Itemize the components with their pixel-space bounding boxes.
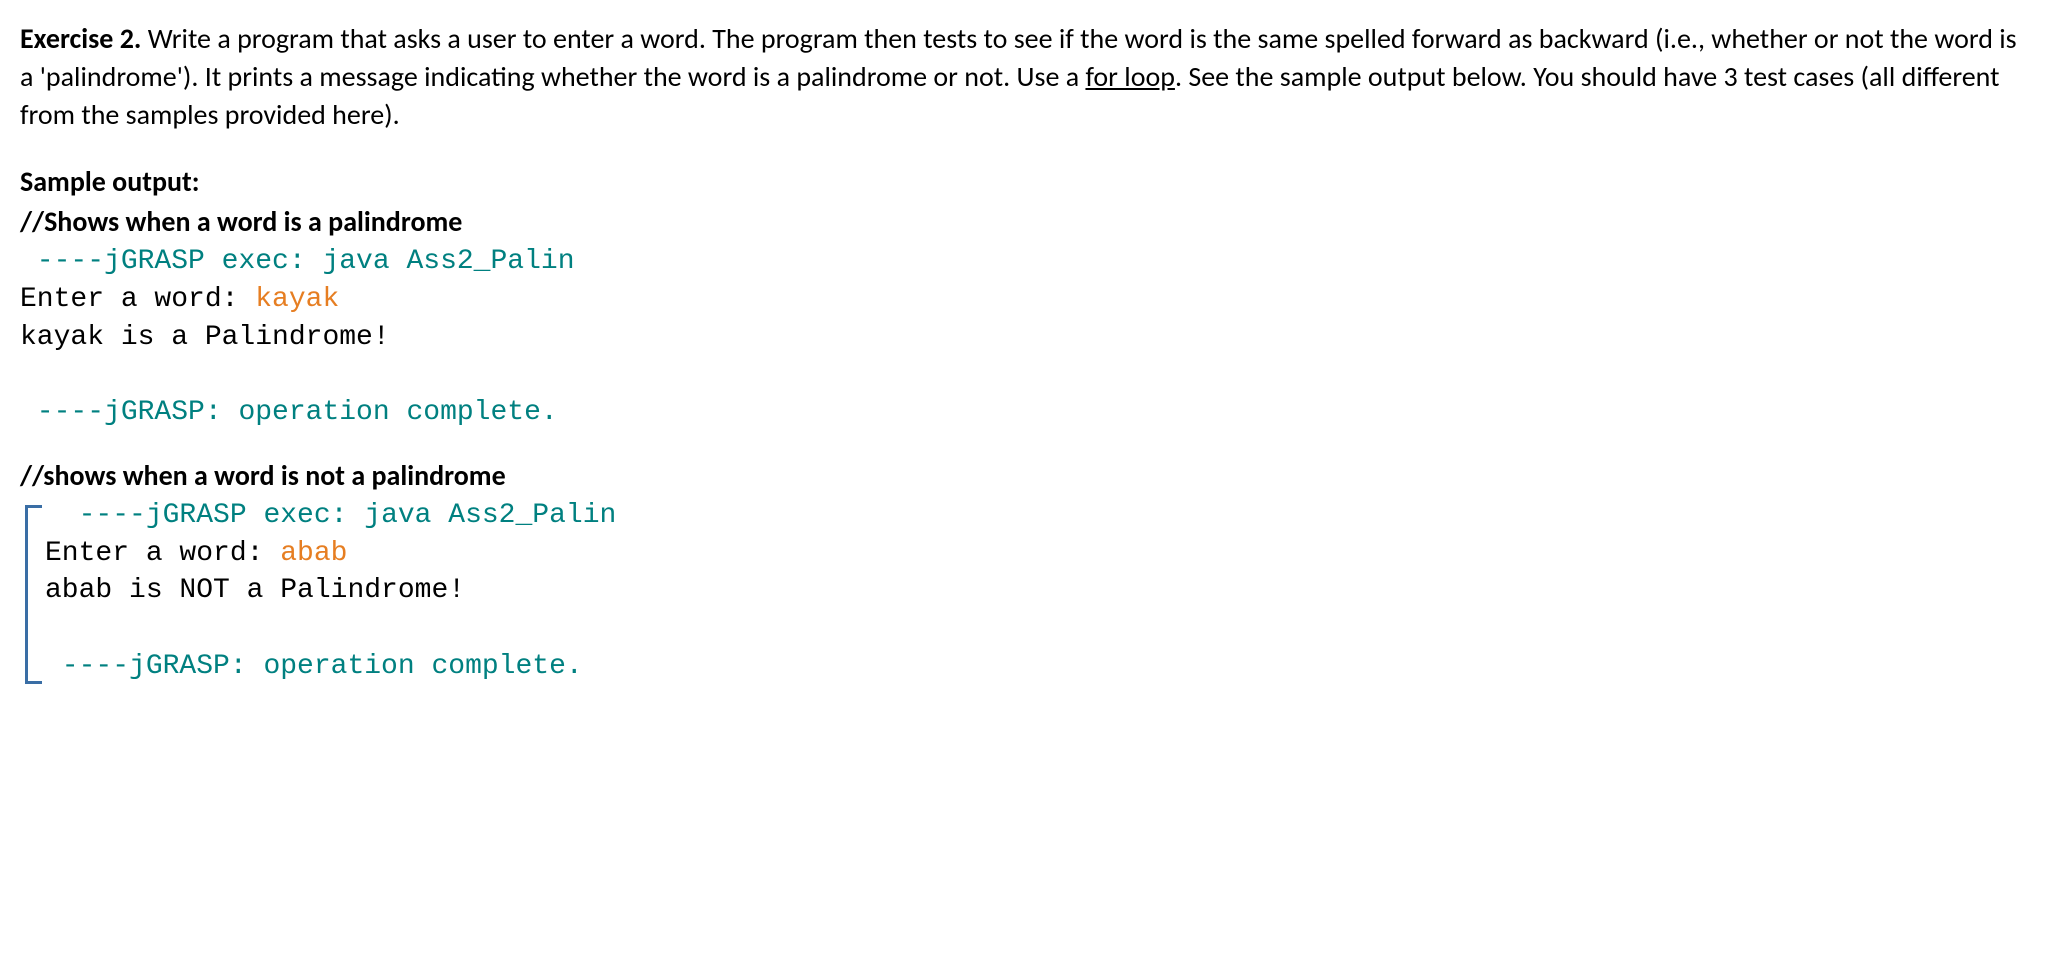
case2-bracket-icon — [25, 505, 42, 684]
case2-exec-text: jGRASP exec: java Ass2_Palin — [146, 500, 616, 531]
case1-exec-text: jGRASP exec: java Ass2_Palin — [104, 246, 574, 277]
case2-console: ----jGRASP exec: java Ass2_Palin Enter a… — [45, 497, 2026, 686]
exercise-for-loop: for loop — [1085, 59, 1174, 94]
case2-exec-dashes: ---- — [45, 500, 146, 531]
case1-console: ----jGRASP exec: java Ass2_Palin Enter a… — [20, 243, 2026, 432]
case2-complete-dashes: ---- — [45, 651, 129, 682]
case1-prompt: Enter a word: — [20, 284, 255, 315]
sample-output-heading: Sample output: — [20, 163, 2026, 201]
case1-complete-text: jGRASP: operation complete. — [104, 397, 558, 428]
case2-prompt: Enter a word: — [45, 538, 280, 569]
case2-result: abab is NOT a Palindrome! — [45, 575, 465, 606]
case1-input: kayak — [255, 284, 339, 315]
case2-complete-text: jGRASP: operation complete. — [129, 651, 583, 682]
exercise-description: Exercise 2. Write a program that asks a … — [20, 20, 2026, 133]
case2-comment: //shows when a word is not a palindrome — [20, 457, 2026, 495]
case1-result: kayak is a Palindrome! — [20, 322, 390, 353]
exercise-title: Exercise 2. — [20, 21, 141, 56]
case1-exec-dashes: ---- — [20, 246, 104, 277]
case1-complete-dashes: ---- — [20, 397, 104, 428]
case2-input: abab — [280, 538, 347, 569]
case1-comment: //Shows when a word is a palindrome — [20, 203, 2026, 241]
case2-bracket-wrapper: ----jGRASP exec: java Ass2_Palin Enter a… — [20, 497, 2026, 686]
